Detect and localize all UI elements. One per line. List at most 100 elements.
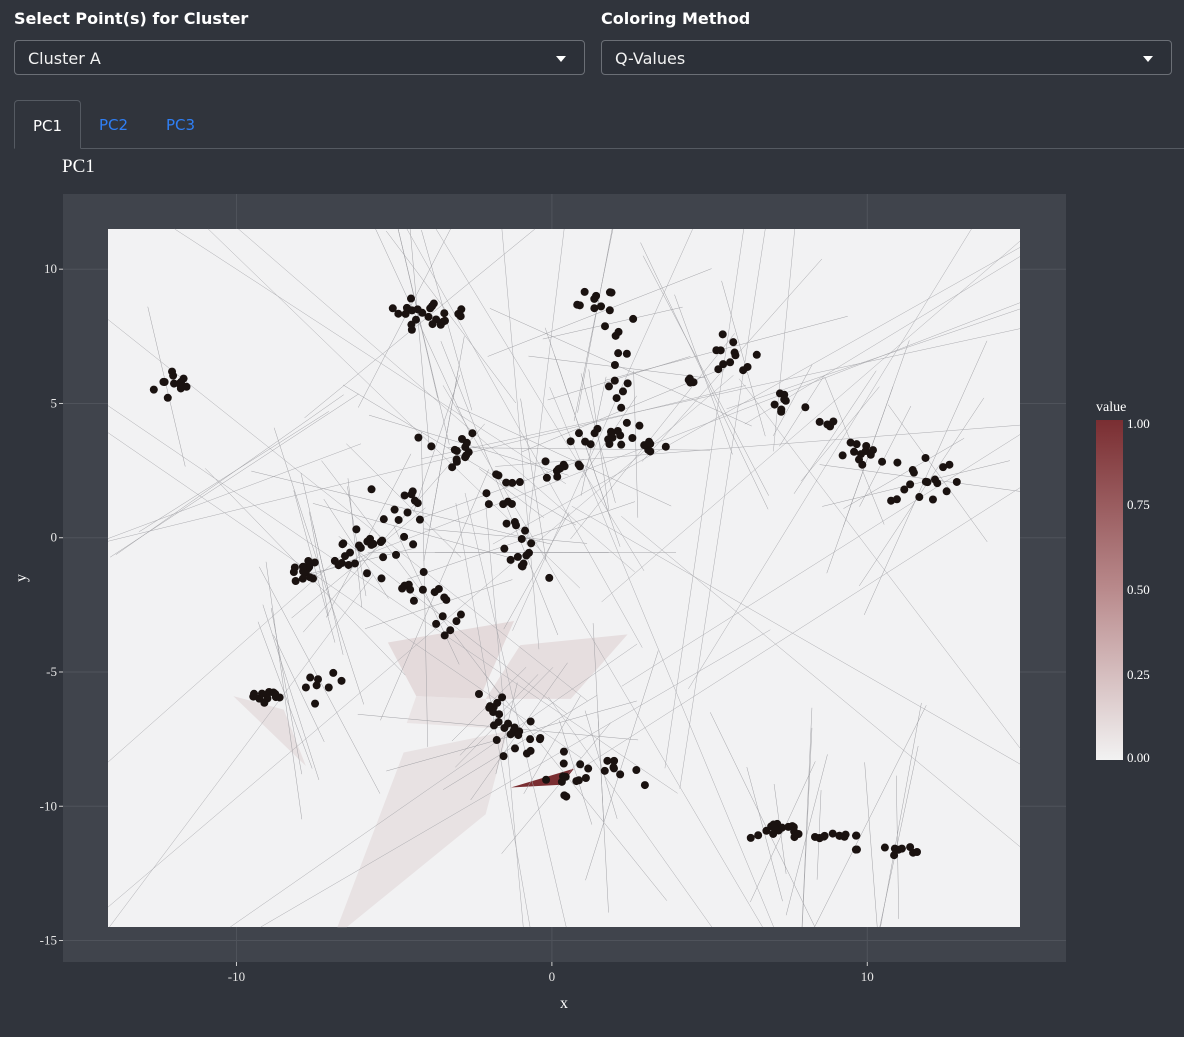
data-point [545, 573, 554, 582]
data-point [628, 433, 637, 442]
data-point [506, 730, 515, 739]
legend-ticks: 1.00 0.75 0.50 0.25 0.00 [1127, 416, 1150, 765]
cluster-select[interactable]: Cluster A [14, 40, 585, 75]
data-point [456, 610, 465, 619]
pc1-chart: PC1 -10 0 10 10 5 0 -5 -10 -15 x y value 1.00 0.7… [13, 156, 1150, 1012]
data-point [413, 305, 422, 314]
data-point [515, 478, 524, 487]
data-point [661, 442, 670, 451]
data-point [438, 612, 447, 621]
data-point [298, 562, 307, 571]
data-point [432, 619, 441, 628]
data-point [554, 464, 563, 473]
data-point [170, 379, 179, 388]
cluster-select-value: Cluster A [28, 49, 101, 68]
chevron-down-icon[interactable] [1143, 56, 1153, 62]
data-point [617, 440, 626, 449]
legend-tick-label: 0.75 [1127, 497, 1150, 512]
data-point [305, 573, 314, 582]
data-point [363, 569, 372, 578]
data-point [408, 487, 417, 496]
tab-pc2[interactable]: PC2 [99, 100, 128, 148]
data-point [514, 731, 523, 740]
data-point [780, 395, 789, 404]
data-point [182, 382, 191, 391]
data-point [610, 376, 619, 385]
data-point [409, 596, 418, 605]
data-point [801, 403, 810, 412]
data-point [506, 555, 515, 564]
tab-pc2-label: PC2 [99, 116, 129, 134]
data-point [355, 541, 364, 550]
data-point [866, 450, 875, 459]
coloring-method-select[interactable]: Q-Values [601, 40, 1172, 75]
data-point [468, 429, 477, 438]
data-point [566, 437, 575, 446]
data-point [852, 831, 861, 840]
x-axis-label: x [560, 995, 568, 1012]
x-tick-label: -10 [228, 969, 245, 984]
data-point [458, 434, 467, 443]
y-tick-label: 0 [51, 530, 58, 545]
data-point [897, 844, 906, 853]
data-point [378, 536, 387, 545]
data-point [289, 568, 298, 577]
data-point [640, 781, 649, 790]
data-point [858, 460, 867, 469]
data-point [909, 468, 918, 477]
y-axis-label: y [13, 574, 30, 582]
data-point [921, 453, 930, 462]
data-point [312, 681, 321, 690]
data-point [250, 689, 259, 698]
data-point [815, 417, 824, 426]
data-point [271, 689, 280, 698]
data-point [330, 556, 339, 565]
data-point [163, 393, 172, 402]
tab-pc3[interactable]: PC3 [166, 100, 195, 148]
tab-pc3-label: PC3 [166, 116, 196, 134]
data-point [403, 508, 412, 517]
data-point [377, 574, 386, 583]
data-point [526, 746, 535, 755]
data-point [500, 544, 509, 553]
data-point [492, 736, 501, 745]
chevron-down-icon[interactable] [556, 56, 566, 62]
tab-pc1[interactable]: PC1 [14, 100, 81, 149]
data-point [612, 394, 621, 403]
legend-tick-label: 1.00 [1127, 416, 1150, 431]
data-point [584, 764, 593, 773]
data-point [513, 552, 522, 561]
data-point [746, 833, 755, 842]
data-point [610, 361, 619, 370]
coloring-method-label: Coloring Method [601, 9, 751, 28]
data-point [616, 431, 625, 440]
data-point [301, 683, 310, 692]
data-point [527, 539, 536, 548]
data-point [614, 349, 623, 358]
data-point [646, 447, 655, 456]
tab-pc1-label: PC1 [32, 117, 63, 135]
data-point [600, 766, 609, 775]
data-point [928, 495, 937, 504]
data-point [168, 367, 177, 376]
data-point [499, 752, 508, 761]
data-point [394, 515, 403, 524]
data-point [752, 350, 761, 359]
legend-tick-label: 0.25 [1127, 667, 1150, 682]
data-point [494, 471, 503, 480]
data-point [462, 451, 471, 460]
data-point [367, 485, 376, 494]
legend-title: value [1096, 400, 1126, 415]
data-point [457, 305, 466, 314]
data-point [838, 451, 847, 460]
data-point [407, 320, 416, 329]
data-point [517, 534, 526, 543]
data-point [510, 744, 519, 753]
data-point [574, 429, 583, 438]
y-tick-label: -15 [40, 933, 57, 948]
legend-tick-label: 0.00 [1127, 750, 1150, 765]
data-point [609, 763, 618, 772]
x-tick-label: 0 [549, 969, 556, 984]
data-point [762, 826, 771, 835]
data-point [607, 288, 616, 297]
